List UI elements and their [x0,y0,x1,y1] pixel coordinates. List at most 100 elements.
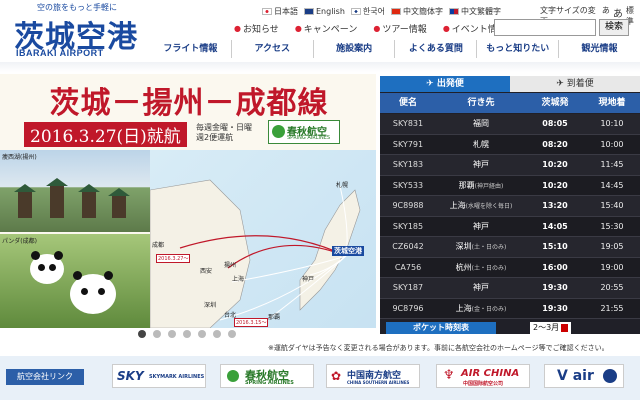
tab-label: 到着便 [566,79,594,89]
china-flag-icon [390,7,401,15]
flight-arrival-time: 10:10 [600,119,624,128]
slider-dot[interactable] [213,330,221,338]
slider-dot[interactable] [153,330,161,338]
flight-board-header: 便名 行き先 茨城発 現地着 [380,93,640,113]
flight-number: CZ6042 [392,242,424,251]
flight-destination: 札幌 [436,135,526,155]
flight-departure-time: 19:30 [542,303,568,313]
airline-name: AIR CHINA [461,368,520,379]
slider-dot[interactable] [198,330,206,338]
pagoda-icon [46,178,68,218]
destination-city: 杭州 [455,262,472,272]
pagoda-icon [108,188,130,218]
flight-number: SKY791 [392,139,424,149]
japan-flag-icon [262,7,272,15]
destination-city: 札幌 [473,139,489,149]
flight-number: 9C8988 [392,201,424,210]
bullet-icon: ● [373,24,381,33]
city-label: 揚州 [224,262,237,269]
slider-dot[interactable] [228,330,236,338]
destination-note: (金・日のみ) [471,305,507,313]
airline-china-southern-link[interactable]: ✿ 中国南方航空 CHINA SOUTHERN AIRLINES [326,364,420,388]
flight-departure-time: 19:30 [542,283,568,292]
city-label: 深圳 [204,302,217,309]
promo-banner[interactable]: 茨城－揚州－成都線 2016.3.27(日)就航 毎週金曜・日曜 週2便運航 春… [0,74,376,328]
city-label: 成都 [152,242,165,249]
nav-sightseeing[interactable]: 観光情報 [558,40,640,58]
flight-number: SKY533 [392,180,424,190]
destination-note: (土・日のみ) [471,244,507,251]
flight-arrival-time: 10:00 [600,139,624,149]
tab-label: 出発便 [436,79,464,89]
sublink-tour[interactable]: ● ツアー情報 [373,22,426,35]
site-logo-sub: IBARAKI AIRPORT [16,48,104,58]
airline-sub: SKYMARK AIRLINES [149,374,205,380]
pocket-timetable-button[interactable]: ポケット時刻表 [386,322,496,334]
sublink-campaign[interactable]: ● キャンペーン [295,22,358,35]
pocket-timetable-link[interactable]: 2～3月 [530,322,572,334]
flight-number: SKY831 [392,119,424,128]
slider-dot[interactable] [138,330,146,338]
main-nav: フライト情報 アクセス 施設案内 よくある質問 もっと知りたい 観光情報 [150,40,640,58]
airline-name: SKY [117,369,144,383]
search-button[interactable]: 検索 [599,19,629,36]
banner-frequency: 毎週金曜・日曜 週2便運航 [196,123,252,143]
lang-simplified-chinese[interactable]: 中文簡体字 [390,6,443,17]
flight-row: SKY791 札幌 08:20 10:00 [380,134,640,155]
search-input[interactable] [494,19,596,36]
airline-spring-link[interactable]: 春秋航空 SPRING AIRLINES [220,364,314,388]
flight-arrival-time: 14:45 [600,180,624,190]
flight-destination: 福岡 [436,114,526,134]
pagoda-photo [0,150,150,232]
spring-airlines-logo: 春秋航空 SPRING AIRLINES [268,120,340,144]
flight-destination: 那覇(神戸経由) [436,176,526,196]
schedule-notice: ※運航ダイヤは予告なく変更される場合があります。事前に各航空会社のホームページ等… [268,344,609,352]
lang-traditional-chinese[interactable]: 中文繁體字 [448,6,501,17]
frequency-line: 週2便運航 [196,133,234,142]
flight-row: CA756 杭州(土・日のみ) 16:00 19:00 [380,257,640,278]
sub-links: ● お知らせ ● キャンペーン ● ツアー情報 ● イベント情報 [234,22,506,35]
nav-learn-more[interactable]: もっと知りたい [476,40,558,58]
bullet-icon: ● [294,24,302,33]
destination-city: 神戸 [473,283,489,292]
flight-row: SKY831 福岡 08:05 10:10 [380,114,640,135]
korea-flag-icon [350,7,361,15]
nav-access[interactable]: アクセス [230,40,313,58]
flight-departure-time: 15:10 [542,242,568,251]
lang-korean[interactable]: 한국어 [350,6,385,17]
nav-facilities[interactable]: 施設案内 [312,40,395,58]
flight-number: SKY187 [392,283,424,292]
bullet-icon: ● [234,24,241,33]
slider-dot[interactable] [168,330,176,338]
route-date-badge: 2016.3.15～ [234,318,269,327]
header-destination: 行き先 [467,98,495,108]
flight-destination: 深圳(土・日のみ) [436,237,526,257]
sublink-news[interactable]: ● お知らせ [234,22,279,35]
lang-japanese[interactable]: 日本語 [262,6,298,17]
banner-title: 茨城－揚州－成都線 [49,86,329,121]
bullet-icon: ● [442,24,450,33]
airline-vair-link[interactable]: V air [544,364,624,388]
airline-air-china-link[interactable]: ♆ AIR CHINA 中国国际航空公司 [436,364,530,388]
city-label: 那覇 [268,314,281,321]
flight-number: SKY183 [392,160,424,169]
slider-dot[interactable] [183,330,191,338]
flight-arrival-time: 19:05 [600,242,624,251]
airline-skymark-link[interactable]: SKY SKYMARK AIRLINES [112,364,206,388]
flight-row: SKY185 神戸 14:05 15:30 [380,216,640,237]
sublink-label: お知らせ [242,25,279,35]
tab-departures[interactable]: ✈ 出発便 [380,76,510,92]
flight-arrival-time: 15:30 [600,221,624,231]
language-bar: 日本語 English 한국어 中文簡体字 中文繁體字 [262,5,501,17]
spring-logo-icon [227,370,239,382]
flight-departure-time: 16:00 [542,262,568,272]
route-date-badge: 2016.3.27～ [156,254,191,263]
panda-photo [0,234,150,328]
city-label: 神戸 [302,276,315,283]
tab-arrivals[interactable]: ✈ 到着便 [510,76,640,92]
lang-english[interactable]: English [304,7,345,16]
nav-faq[interactable]: よくある質問 [394,40,476,58]
destination-note: (神戸経由) [474,182,504,190]
nav-flight-info[interactable]: フライト情報 [150,40,231,58]
flight-tabs: ✈ 出発便 ✈ 到着便 [380,76,640,92]
